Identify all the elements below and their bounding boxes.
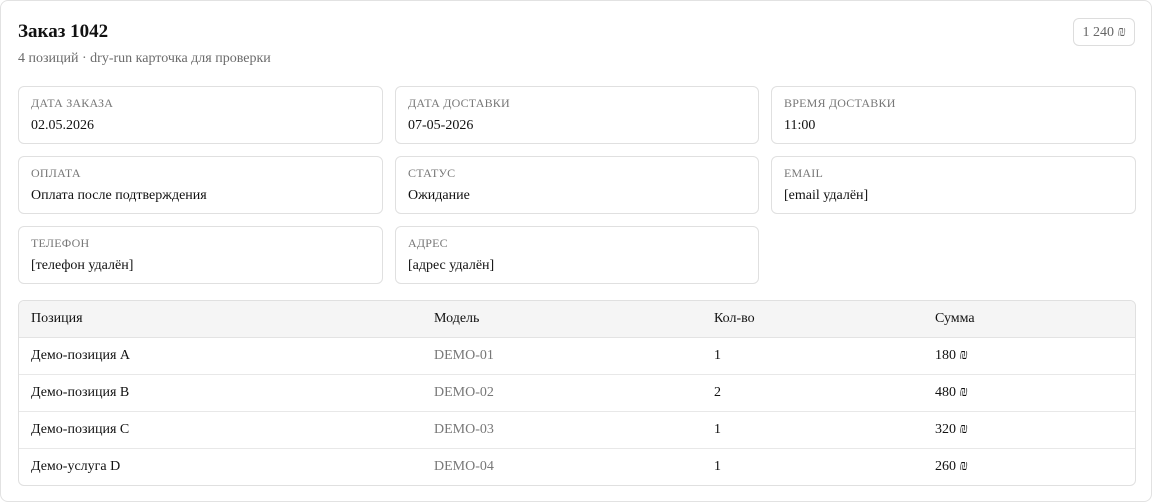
items-table-container: Позиция Модель Кол-во Сумма Демо-позиция… (18, 300, 1136, 486)
cell-item-name: Демо-услуга D (31, 459, 121, 474)
field-label: Статус (408, 166, 456, 180)
cell-sum: 480 ₪ (923, 374, 1135, 412)
field-delivery-date: Дата доставки 07-05-2026 (395, 86, 759, 144)
field-email: Email [email удалён] (771, 156, 1136, 214)
cell-item-name: Демо-позиция A (19, 337, 422, 375)
cell-sum: 180 ₪ (923, 337, 1135, 375)
field-value: [телефон удалён] (31, 258, 134, 273)
field-value: 02.05.2026 (31, 118, 94, 133)
cell-qty: 1 (714, 459, 721, 474)
field-value: 11:00 (784, 118, 816, 133)
cell-sum: 320 ₪ (923, 411, 1135, 449)
field-label: Адрес (408, 236, 448, 250)
field-label: Дата заказа (31, 96, 114, 110)
field-label: Телефон (31, 236, 90, 250)
column-header-sum: Сумма (923, 301, 1135, 338)
field-delivery-time: Время доставки 11:00 (771, 86, 1136, 144)
field-value: Оплата после подтверждения (31, 188, 207, 203)
table-header-row: Позиция Модель Кол-во Сумма (19, 301, 1135, 338)
column-header-model: Модель (422, 301, 702, 338)
table-row: Демо-позиция C DEMO-03 1 320 ₪ (19, 411, 1135, 449)
field-phone: Телефон [телефон удалён] (18, 226, 383, 284)
cell-qty: 1 (702, 337, 923, 375)
field-value: 07-05-2026 (408, 118, 474, 133)
cell-item-name: Демо-позиция C (19, 411, 422, 449)
table-row: Демо-услуга D DEMO-04 1 260 ₪ (19, 449, 1135, 486)
cell-model: DEMO-02 (422, 374, 702, 412)
order-total-badge: 1 240 ₪ (1073, 18, 1135, 46)
field-address: Адрес [адрес удалён] (395, 226, 759, 284)
table-row: Демо-позиция B DEMO-02 2 480 ₪ (19, 374, 1135, 412)
field-value: Ожидание (408, 188, 470, 203)
field-value: [email удалён] (784, 188, 869, 203)
cell-item-name: Демо-позиция B (19, 374, 422, 412)
field-payment: Оплата Оплата после подтверждения (18, 156, 383, 214)
items-table: Позиция Модель Кол-во Сумма Демо-позиция… (19, 301, 1135, 485)
order-details-grid: Дата заказа 02.05.2026 Дата доставки 07-… (18, 86, 1136, 284)
field-label: Оплата (31, 166, 81, 180)
column-header-item: Позиция (19, 301, 422, 338)
field-value: [адрес удалён] (408, 258, 495, 273)
table-row: Демо-позиция A DEMO-01 1 180 ₪ (19, 337, 1135, 375)
cell-model: DEMO-01 (422, 337, 702, 375)
field-label: Время доставки (784, 96, 896, 110)
field-label: Дата доставки (408, 96, 510, 110)
field-order-date: Дата заказа 02.05.2026 (18, 86, 383, 144)
cell-qty: 1 (702, 411, 923, 449)
order-subtitle: 4 позиций · dry-run карточка для проверк… (18, 51, 271, 66)
page-title: Заказ 1042 (18, 21, 109, 42)
cell-model: DEMO-03 (422, 411, 702, 449)
order-card: Заказ 1042 4 позиций · dry-run карточка … (0, 0, 1152, 502)
cell-qty: 2 (702, 374, 923, 412)
cell-sum: 260 ₪ (935, 459, 969, 474)
field-status: Статус Ожидание (395, 156, 759, 214)
column-header-qty: Кол-во (702, 301, 923, 338)
cell-model: DEMO-04 (434, 459, 494, 474)
field-label: Email (784, 166, 823, 180)
